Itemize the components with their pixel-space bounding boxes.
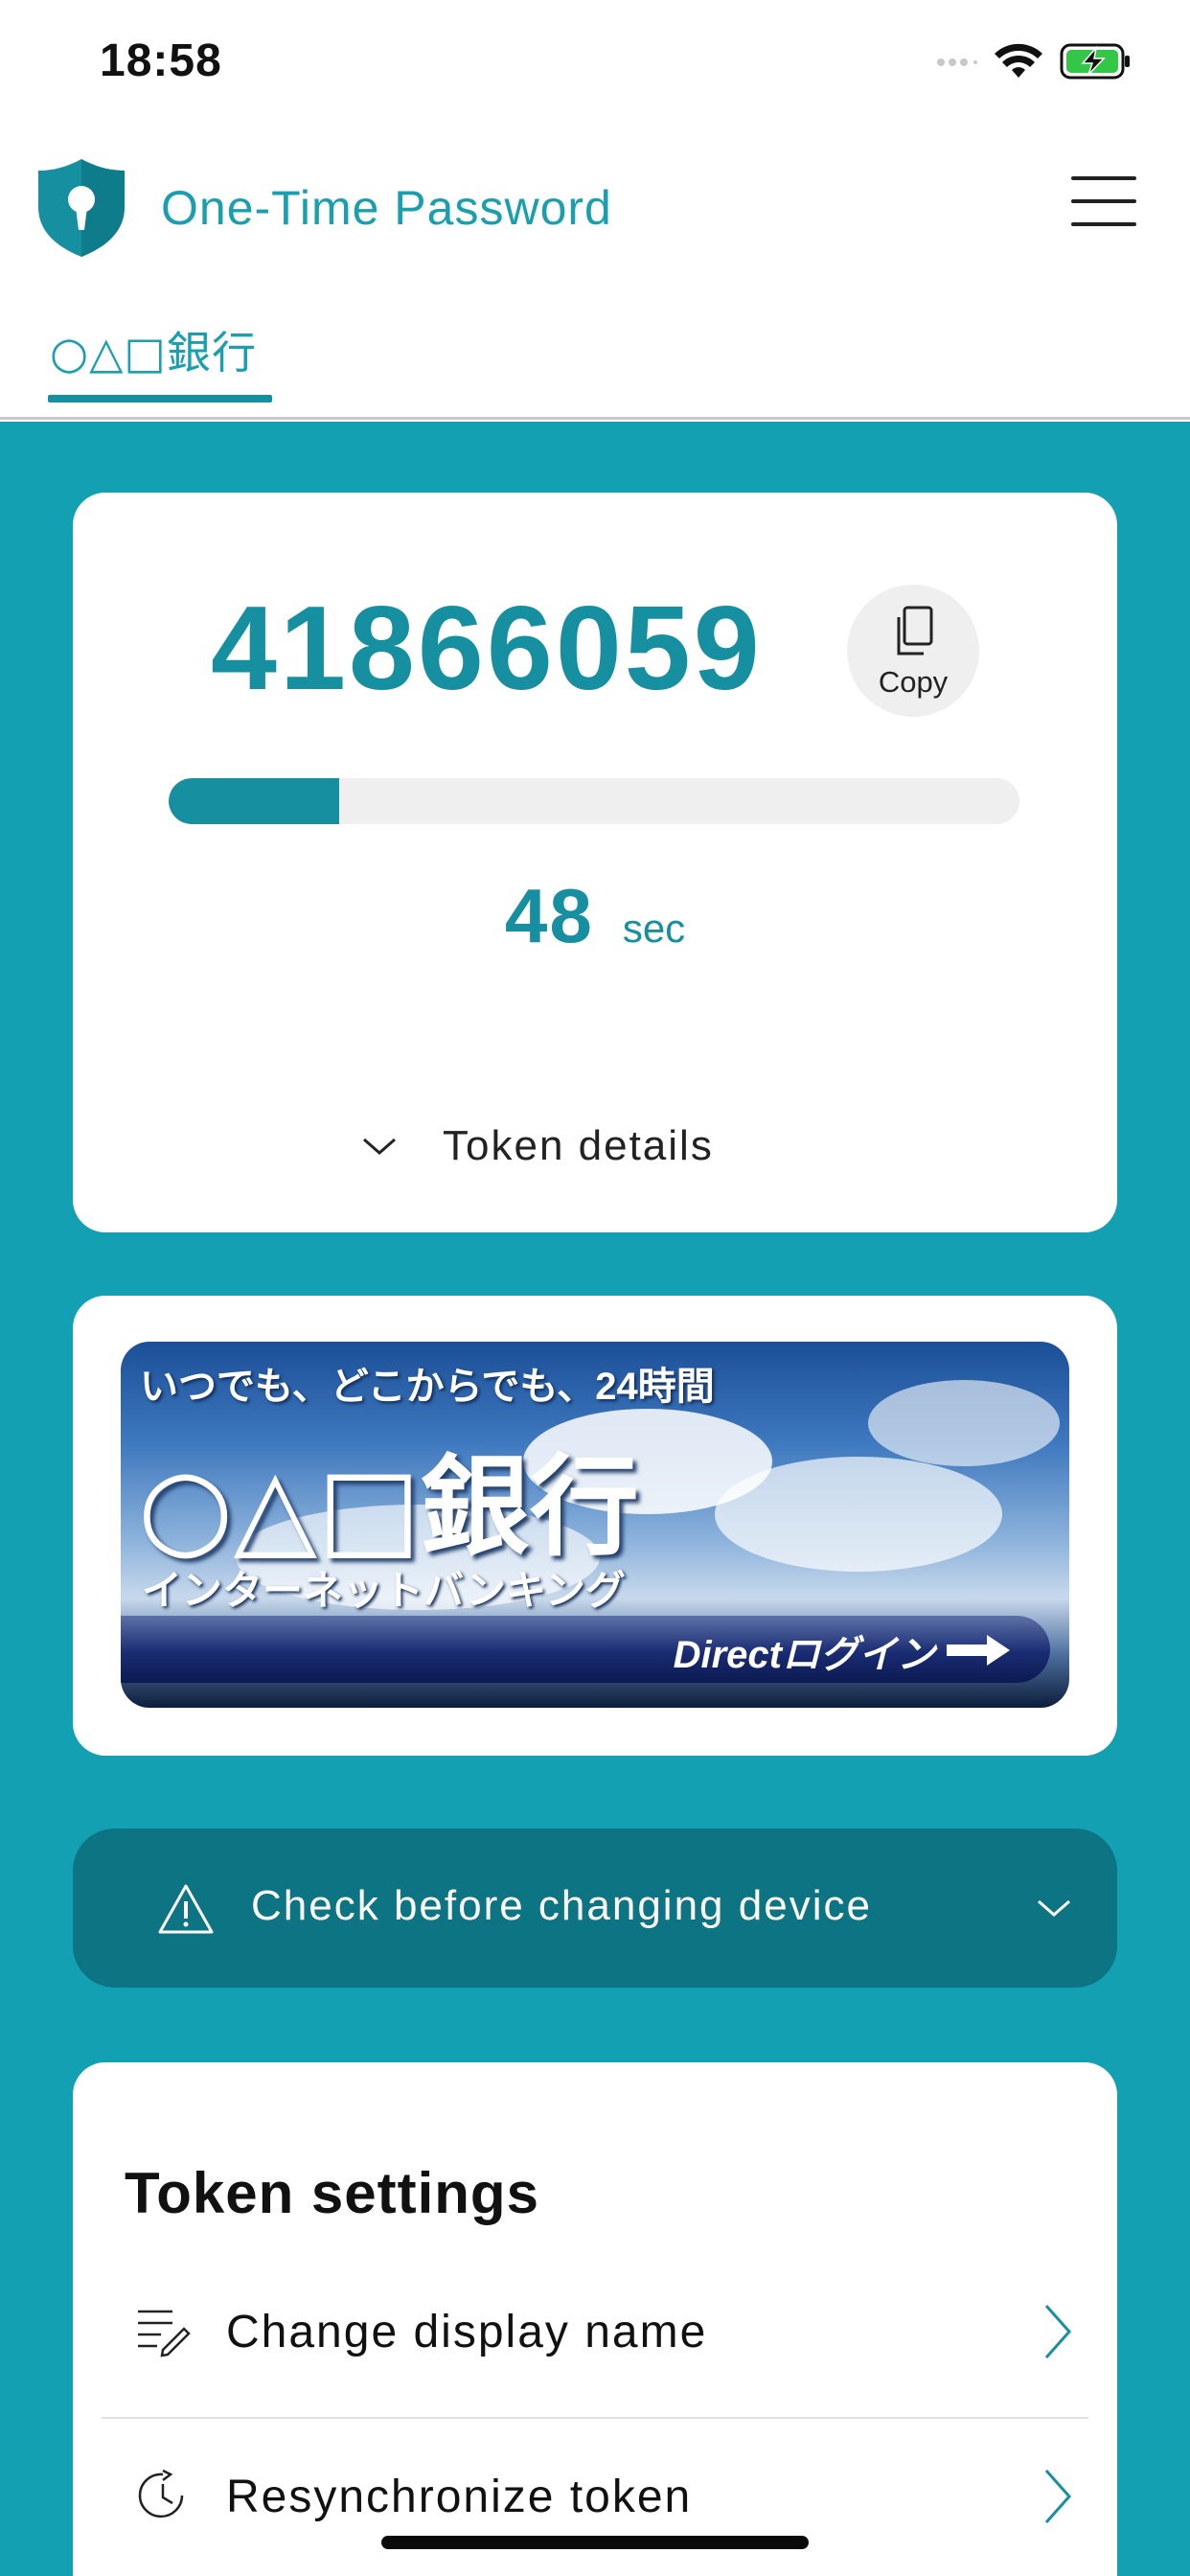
- otp-card: 41866059 Copy 48 sec Token details: [73, 493, 1117, 1232]
- battery-charging-icon: [1060, 43, 1130, 80]
- copy-button[interactable]: Copy: [847, 585, 979, 717]
- status-time: 18:58: [100, 35, 222, 86]
- edit-list-icon: [138, 2310, 191, 2358]
- tab-selected-indicator: [48, 395, 272, 402]
- warning-label: Check before changing device: [251, 1882, 872, 1929]
- otp-time-progress: [169, 778, 1019, 824]
- device-change-warning[interactable]: Check before changing device: [73, 1828, 1117, 1988]
- banner-cloud: [715, 1457, 1002, 1572]
- token-details-label: Token details: [443, 1122, 714, 1169]
- settings-item-label: Change display name: [226, 2307, 708, 2358]
- hamburger-menu-icon: [1071, 176, 1136, 180]
- chevron-down-icon: [1038, 1899, 1070, 1917]
- settings-item-label: Resynchronize token: [226, 2472, 693, 2522]
- banner-subtitle: インターネットバンキング: [142, 1568, 626, 1613]
- internet-banking-banner[interactable]: いつでも、どこからでも、24時間 ○△□銀行 インターネットバンキング Dire…: [121, 1342, 1069, 1708]
- chevron-right-icon: [1044, 2470, 1072, 2523]
- tab-bank-token[interactable]: ○△□銀行: [50, 318, 257, 381]
- otp-time-progress-fill: [169, 778, 339, 824]
- token-details-toggle[interactable]: Token details: [360, 1108, 839, 1184]
- copy-icon: [897, 606, 933, 656]
- wifi-icon: [995, 43, 1042, 78]
- cellular-signal-icon: [937, 58, 977, 66]
- status-bar: 18:58: [0, 0, 1190, 134]
- banner-tagline: いつでも、どこからでも、24時間: [140, 1366, 715, 1408]
- banner-card: いつでも、どこからでも、24時間 ○△□銀行 インターネットバンキング Dire…: [73, 1296, 1117, 1756]
- hamburger-line: [1071, 222, 1136, 226]
- settings-item-change-display-name[interactable]: Change display name: [102, 2254, 1088, 2417]
- app-header: One-Time Password: [0, 134, 1190, 288]
- status-icons: [935, 42, 1133, 80]
- seconds-unit: sec: [622, 906, 686, 951]
- settings-item-resynchronize-token[interactable]: Resynchronize token: [102, 2419, 1088, 2576]
- otp-code: 41866059: [211, 583, 763, 715]
- settings-title: Token settings: [125, 2161, 539, 2225]
- banner-login-strip: Directログイン: [121, 1616, 1050, 1683]
- banner-login-label: Directログイン: [673, 1634, 935, 1676]
- shield-keyhole-logo-icon: [38, 159, 125, 257]
- chevron-right-icon: [1044, 2305, 1072, 2358]
- token-settings-card: Token settings Change display name Resyn…: [73, 2062, 1117, 2576]
- resync-clock-icon: [138, 2469, 184, 2518]
- main-content: 41866059 Copy 48 sec Token details いつでも、…: [0, 422, 1190, 2576]
- app-title: One-Time Password: [161, 181, 612, 235]
- banner-cloud: [868, 1380, 1060, 1466]
- remaining-seconds: 48: [504, 873, 594, 958]
- arrow-right-icon: [947, 1635, 1010, 1666]
- otp-timer: 48 sec: [73, 872, 1117, 960]
- token-tab-bar: ○△□銀行: [0, 288, 1190, 420]
- chevron-down-icon: [363, 1138, 396, 1155]
- warning-triangle-icon: [158, 1884, 214, 1934]
- hamburger-line: [1071, 199, 1136, 203]
- copy-label: Copy: [878, 665, 949, 699]
- hamburger-menu-button[interactable]: [1071, 176, 1140, 230]
- banner-bank-name: ○△□銀行: [138, 1443, 639, 1571]
- home-indicator[interactable]: [381, 2536, 809, 2549]
